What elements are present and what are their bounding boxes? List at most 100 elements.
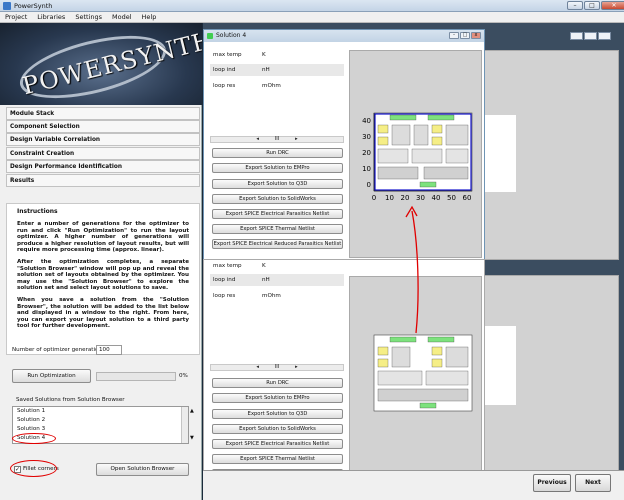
qt-icon <box>207 33 213 39</box>
scroll-down-icon[interactable]: ▼ <box>186 434 194 443</box>
layout-trace-block <box>377 166 419 180</box>
menu-settings[interactable]: Settings <box>75 13 102 21</box>
close-icon[interactable] <box>598 32 611 40</box>
layout-die <box>431 358 443 368</box>
minimize-icon[interactable]: – <box>567 1 583 10</box>
menu-help[interactable]: Help <box>142 13 157 21</box>
prop-name: max temp <box>213 263 242 269</box>
x-tick-label: 0 <box>372 194 376 202</box>
annotation-arrow-line <box>411 210 419 334</box>
window-titlebar: PowerSynth <box>0 0 624 12</box>
layout-trace-block <box>377 388 469 402</box>
restore-icon[interactable]: □ <box>460 32 470 39</box>
layout-trace-block <box>391 346 411 368</box>
list-scrollbar[interactable]: ▲ ▼ <box>181 407 194 443</box>
annotation-arrow-head <box>405 205 418 218</box>
menu-libraries[interactable]: Libraries <box>37 13 65 21</box>
generations-input[interactable]: 100 <box>96 345 122 355</box>
solution-panel-2: max temp K loop ind nH loop res mOhm ◂ III … <box>203 259 485 491</box>
prop-row-loop-ind: loop ind nH <box>210 274 344 286</box>
prop-unit: K <box>262 263 266 269</box>
run-drc-button[interactable]: Run DRC <box>212 148 343 158</box>
section-module-stack[interactable]: Module Stack <box>6 107 200 120</box>
x-tick-label: 40 <box>432 194 441 202</box>
instructions-heading: Instructions <box>17 208 58 215</box>
mdi-area: Solution 4 - □ x max temp K loop ind nH lo… <box>203 23 624 500</box>
layout-die <box>377 346 389 356</box>
export-solidworks-button[interactable]: Export Solution to SolidWorks <box>212 424 343 434</box>
layout-pad <box>427 114 455 121</box>
y-tick-label: 40 <box>362 117 371 125</box>
layout-trace-block <box>445 148 469 164</box>
solution-window-titlebar: Solution 4 - □ x <box>204 30 484 42</box>
annotation-circle-fillet <box>10 460 57 477</box>
export-q3d-button[interactable]: Export Solution to Q3D <box>212 179 343 189</box>
export-spice-thermal-button[interactable]: Export SPICE Thermal Netlist <box>212 454 343 464</box>
run-optimization-button[interactable]: Run Optimization <box>12 369 91 383</box>
layout-preview <box>484 326 516 405</box>
next-button[interactable]: Next <box>575 474 611 492</box>
props-scrollbar[interactable]: ◂ III ▸ <box>210 364 344 371</box>
export-spice-thermal-button[interactable]: Export SPICE Thermal Netlist <box>212 224 343 234</box>
minimize-icon[interactable] <box>570 32 583 40</box>
layout-trace-block <box>425 370 469 386</box>
annotation-circle-solution-4 <box>12 433 56 444</box>
prop-name: loop res <box>213 293 236 299</box>
export-solidworks-button[interactable]: Export Solution to SolidWorks <box>212 194 343 204</box>
prop-unit: nH <box>262 277 270 283</box>
layout-die <box>377 136 389 146</box>
menu-model[interactable]: Model <box>112 13 132 21</box>
open-solution-browser-button[interactable]: Open Solution Browser <box>96 463 189 476</box>
layout-die <box>431 136 443 146</box>
minimize-icon[interactable]: - <box>449 32 459 39</box>
optimization-progress-bar <box>96 372 176 381</box>
section-design-variable-correlation[interactable]: Design Variable Correlation <box>6 133 200 146</box>
menu-project[interactable]: Project <box>5 13 27 21</box>
window-controls: – □ ✕ <box>566 1 624 10</box>
x-tick-labels: 0 10 20 30 40 50 60 <box>372 194 472 202</box>
props-scrollbar[interactable]: ◂ III ▸ <box>210 136 344 143</box>
prop-row-loop-res: loop res mOhm <box>210 290 344 302</box>
left-panel: POWERSYNTH Module Stack Component Select… <box>0 23 202 500</box>
export-spice-electrical-button[interactable]: Export SPICE Electrical Parasitics Netli… <box>212 439 343 449</box>
menu-bar: Project Libraries Settings Model Help <box>0 12 624 23</box>
prop-row-max-temp: max temp K <box>210 260 344 272</box>
scroll-up-icon[interactable]: ▲ <box>186 407 194 416</box>
prop-name: loop ind <box>213 67 236 73</box>
section-component-selection[interactable]: Component Selection <box>6 120 200 133</box>
prop-row-loop-ind: loop ind nH <box>210 64 344 76</box>
maximize-icon[interactable]: □ <box>584 1 600 10</box>
section-results[interactable]: Results <box>6 174 200 187</box>
section-constraint-creation[interactable]: Constraint Creation <box>6 147 200 160</box>
restore-icon[interactable] <box>584 32 597 40</box>
instructions-paragraph-1: Enter a number of generations for the op… <box>17 221 189 254</box>
logo: POWERSYNTH <box>0 23 202 105</box>
layout-die <box>377 358 389 368</box>
x-tick-label: 50 <box>447 194 456 202</box>
layout-die <box>431 124 443 134</box>
list-item[interactable]: Solution 2 <box>13 416 188 425</box>
run-drc-button[interactable]: Run DRC <box>212 378 343 388</box>
instructions-paragraph-3: When you save a solution from the "Solut… <box>17 296 189 330</box>
mdi-window-controls <box>569 32 611 40</box>
close-icon[interactable]: x <box>471 32 481 39</box>
x-tick-label: 60 <box>463 194 472 202</box>
x-tick-label: 10 <box>385 194 394 202</box>
export-empro-button[interactable]: Export Solution to EMPro <box>212 163 343 173</box>
instructions-panel: Instructions Enter a number of generatio… <box>6 203 200 355</box>
prop-name: loop ind <box>213 277 236 283</box>
layout-trace-block <box>411 148 443 164</box>
export-spice-reduced-button[interactable]: Export SPICE Electrical Reduced Parasiti… <box>212 239 343 249</box>
section-design-performance[interactable]: Design Performance Identification <box>6 160 200 173</box>
prop-unit: K <box>262 52 266 58</box>
export-empro-button[interactable]: Export Solution to EMPro <box>212 393 343 403</box>
y-tick-label: 0 <box>367 181 371 189</box>
layout-trace-block <box>413 124 429 146</box>
list-item[interactable]: Solution 1 <box>13 407 188 416</box>
export-spice-electrical-button[interactable]: Export SPICE Electrical Parasitics Netli… <box>212 209 343 219</box>
layout-die <box>377 124 389 134</box>
y-tick-labels: 40 30 20 10 0 <box>362 117 371 189</box>
export-q3d-button[interactable]: Export Solution to Q3D <box>212 409 343 419</box>
previous-button[interactable]: Previous <box>533 474 571 492</box>
close-icon[interactable]: ✕ <box>601 1 624 10</box>
